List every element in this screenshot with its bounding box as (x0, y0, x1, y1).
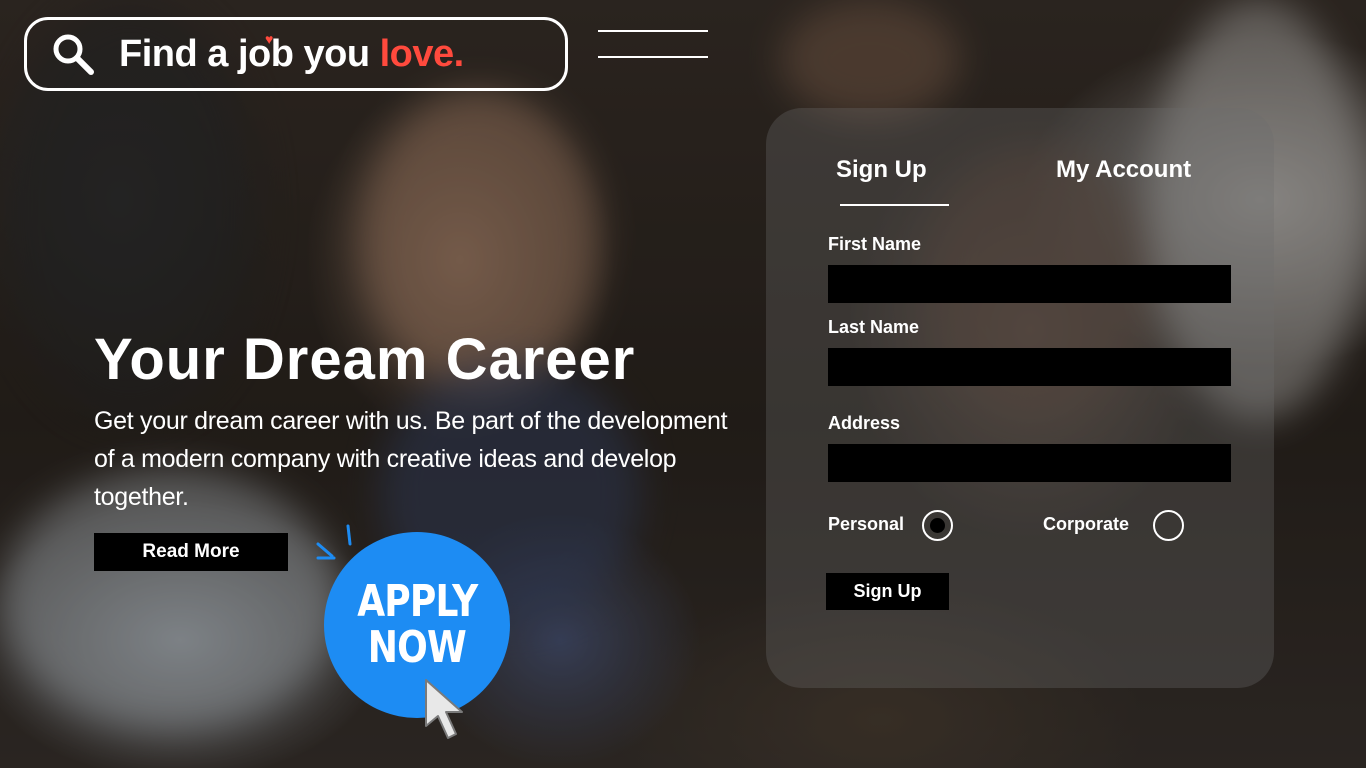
radio-corporate-label: Corporate (1043, 514, 1130, 534)
first-name-field[interactable] (828, 265, 1231, 303)
menu-line (598, 30, 708, 32)
search-tagline: Find a job you love. (119, 33, 464, 76)
apply-label-line2: NOW (367, 622, 467, 673)
menu-line (598, 56, 708, 58)
radio-corporate[interactable] (1153, 510, 1184, 541)
apply-now-button[interactable]: APPLY NOW (324, 532, 510, 718)
hamburger-menu-icon[interactable] (598, 28, 708, 62)
tab-sign-up[interactable]: Sign Up (836, 156, 927, 184)
radio-personal-label: Personal (828, 514, 905, 534)
address-label: Address (828, 413, 901, 433)
search-bar[interactable]: Find a job you love. ♥ (24, 17, 568, 91)
last-name-field[interactable] (828, 348, 1231, 386)
last-name-label: Last Name (828, 317, 920, 337)
sign-up-submit-button[interactable]: Sign Up (826, 573, 949, 610)
radio-personal[interactable] (922, 510, 953, 541)
tagline-text: Find a job you (119, 32, 370, 75)
tab-my-account[interactable]: My Account (1056, 156, 1191, 184)
address-field[interactable] (828, 444, 1231, 482)
tagline-accent: love. (379, 32, 465, 75)
read-more-button[interactable]: Read More (94, 533, 288, 571)
hero-description: Get your dream career with us. Be part o… (94, 407, 728, 511)
hero-title: Your Dream Career (94, 327, 636, 392)
active-tab-indicator (840, 204, 949, 206)
pointer-cursor-icon (425, 679, 463, 739)
search-icon (53, 34, 94, 75)
apply-label-line1: APPLY (356, 576, 478, 627)
first-name-label: First Name (828, 234, 922, 254)
heart-icon: ♥ (265, 31, 274, 47)
